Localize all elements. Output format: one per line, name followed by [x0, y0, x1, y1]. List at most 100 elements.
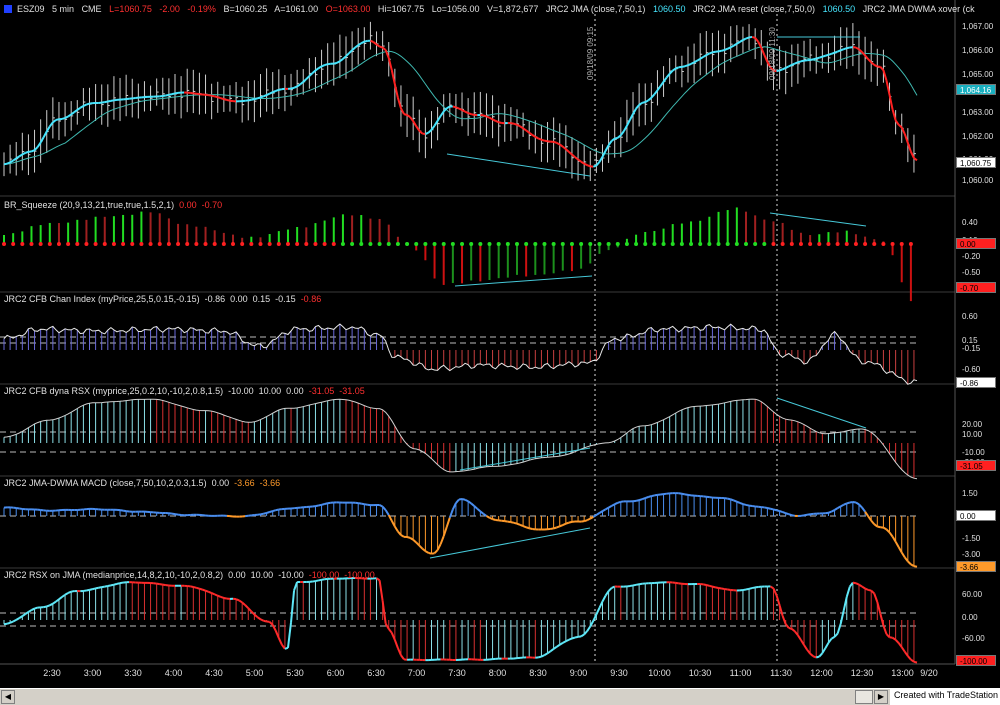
rsx-line-segment — [27, 609, 33, 613]
squeeze-dot — [505, 242, 510, 246]
rsx-line-segment — [541, 654, 545, 658]
squeeze-dot — [313, 242, 318, 246]
macd-line-segment — [455, 498, 460, 504]
horizontal-scrollbar[interactable]: ◀ ▶ — [0, 688, 890, 705]
macd-line-segment — [595, 512, 600, 516]
squeeze-dot — [2, 242, 6, 246]
squeeze-dot — [844, 242, 849, 246]
macd-line-segment — [379, 504, 384, 508]
jma-line-segment — [483, 114, 487, 118]
macd-line-segment — [870, 519, 876, 525]
rsx-line-segment — [830, 636, 836, 640]
rsx-line-segment — [742, 588, 747, 592]
jma-line-segment — [812, 57, 817, 61]
arrow-right-icon[interactable]: ▶ — [874, 690, 888, 704]
jma-line-segment — [248, 98, 252, 102]
macd-line-segment — [733, 499, 738, 503]
rsx-line-segment — [321, 578, 325, 581]
jma-line-segment — [828, 52, 832, 56]
jma-line-segment — [745, 36, 750, 40]
rsx-line-segment — [784, 623, 790, 629]
rsx-line-segment — [900, 646, 906, 653]
macd-line-segment — [565, 521, 570, 525]
macd-line-segment — [418, 544, 424, 550]
squeeze-dot — [808, 242, 813, 246]
macd-line-segment — [601, 508, 607, 513]
macd-line-segment — [788, 513, 793, 517]
rsx-line-segment — [190, 585, 194, 588]
macd-line-segment — [266, 511, 270, 514]
rsx-line-segment — [611, 585, 616, 589]
chart-canvas[interactable] — [0, 0, 1000, 688]
macd-line-segment — [877, 525, 881, 529]
squeeze-dot — [460, 242, 465, 246]
trendline — [769, 212, 867, 227]
rsx-line-segment — [263, 619, 267, 623]
tradestation-chart-window: ESZ09 5 min CME L=1060.75 -2.00 -0.19% B… — [0, 0, 1000, 705]
rsx-line-segment — [110, 583, 115, 587]
jma-line-segment — [721, 48, 725, 52]
squeeze-dot — [872, 242, 877, 246]
rsx-line-segment — [199, 587, 203, 591]
rsx-line-segment — [745, 587, 750, 591]
rsx-line-segment — [46, 604, 51, 608]
rsx-line-segment — [788, 626, 793, 630]
trendline — [446, 153, 591, 177]
rsx-line-segment — [43, 605, 47, 609]
macd-line-segment — [742, 503, 747, 506]
jma-line-segment — [675, 66, 680, 70]
macd-line-segment — [736, 500, 741, 504]
jma-line-segment — [101, 101, 105, 104]
arrow-left-icon[interactable]: ◀ — [1, 690, 15, 704]
rsx-line-segment — [873, 593, 879, 603]
macd-line-segment — [519, 523, 524, 527]
jma-line-segment — [712, 50, 716, 54]
jma-line-segment — [776, 69, 780, 73]
jma-line-segment — [461, 109, 466, 113]
squeeze-dot — [615, 242, 620, 246]
macd-line-segment — [745, 503, 750, 507]
macd-line-segment — [791, 514, 796, 517]
macd-line-segment — [364, 503, 368, 506]
jma-line-segment — [333, 61, 338, 65]
rsx-line-segment — [70, 590, 75, 593]
jma-line-segment — [86, 102, 90, 106]
macd-line-segment — [428, 551, 432, 555]
squeeze-dot — [56, 242, 61, 246]
macd-line-segment — [361, 502, 365, 506]
rsx-line-segment — [836, 623, 842, 634]
squeeze-dot — [231, 242, 236, 246]
macd-line-segment — [275, 508, 280, 512]
macd-line-segment — [767, 507, 771, 510]
squeeze-dot — [203, 242, 208, 246]
squeeze-dot — [11, 242, 16, 246]
squeeze-dot — [624, 242, 629, 246]
macd-line-segment — [269, 510, 274, 513]
squeeze-dot — [121, 242, 126, 246]
macd-line-segment — [528, 527, 533, 530]
rsx-line-segment — [879, 613, 885, 626]
rsx-line-segment — [748, 587, 753, 590]
macd-line-segment — [846, 501, 851, 505]
jma-line-segment — [104, 100, 109, 104]
macd-line-segment — [888, 531, 894, 538]
squeeze-dot — [716, 242, 721, 246]
rsx-line-segment — [889, 636, 893, 639]
squeeze-dot — [111, 242, 116, 246]
rsx-line-segment — [571, 636, 576, 640]
jma-line-segment — [724, 47, 729, 51]
scroll-thumb[interactable] — [855, 690, 873, 704]
squeeze-dot — [450, 242, 455, 246]
squeeze-dot — [606, 242, 611, 246]
jma-line-segment — [727, 46, 732, 50]
rsx-line-segment — [159, 583, 163, 586]
jma-line-segment — [379, 45, 383, 49]
squeeze-dot — [789, 242, 794, 246]
rsx-line-segment — [6, 621, 11, 625]
rsx-line-segment — [205, 589, 209, 593]
rsx-line-segment — [238, 599, 243, 604]
squeeze-dot — [689, 242, 694, 246]
macd-line-segment — [315, 504, 319, 508]
macd-line-segment — [907, 560, 912, 566]
jma-line-segment — [834, 50, 838, 54]
